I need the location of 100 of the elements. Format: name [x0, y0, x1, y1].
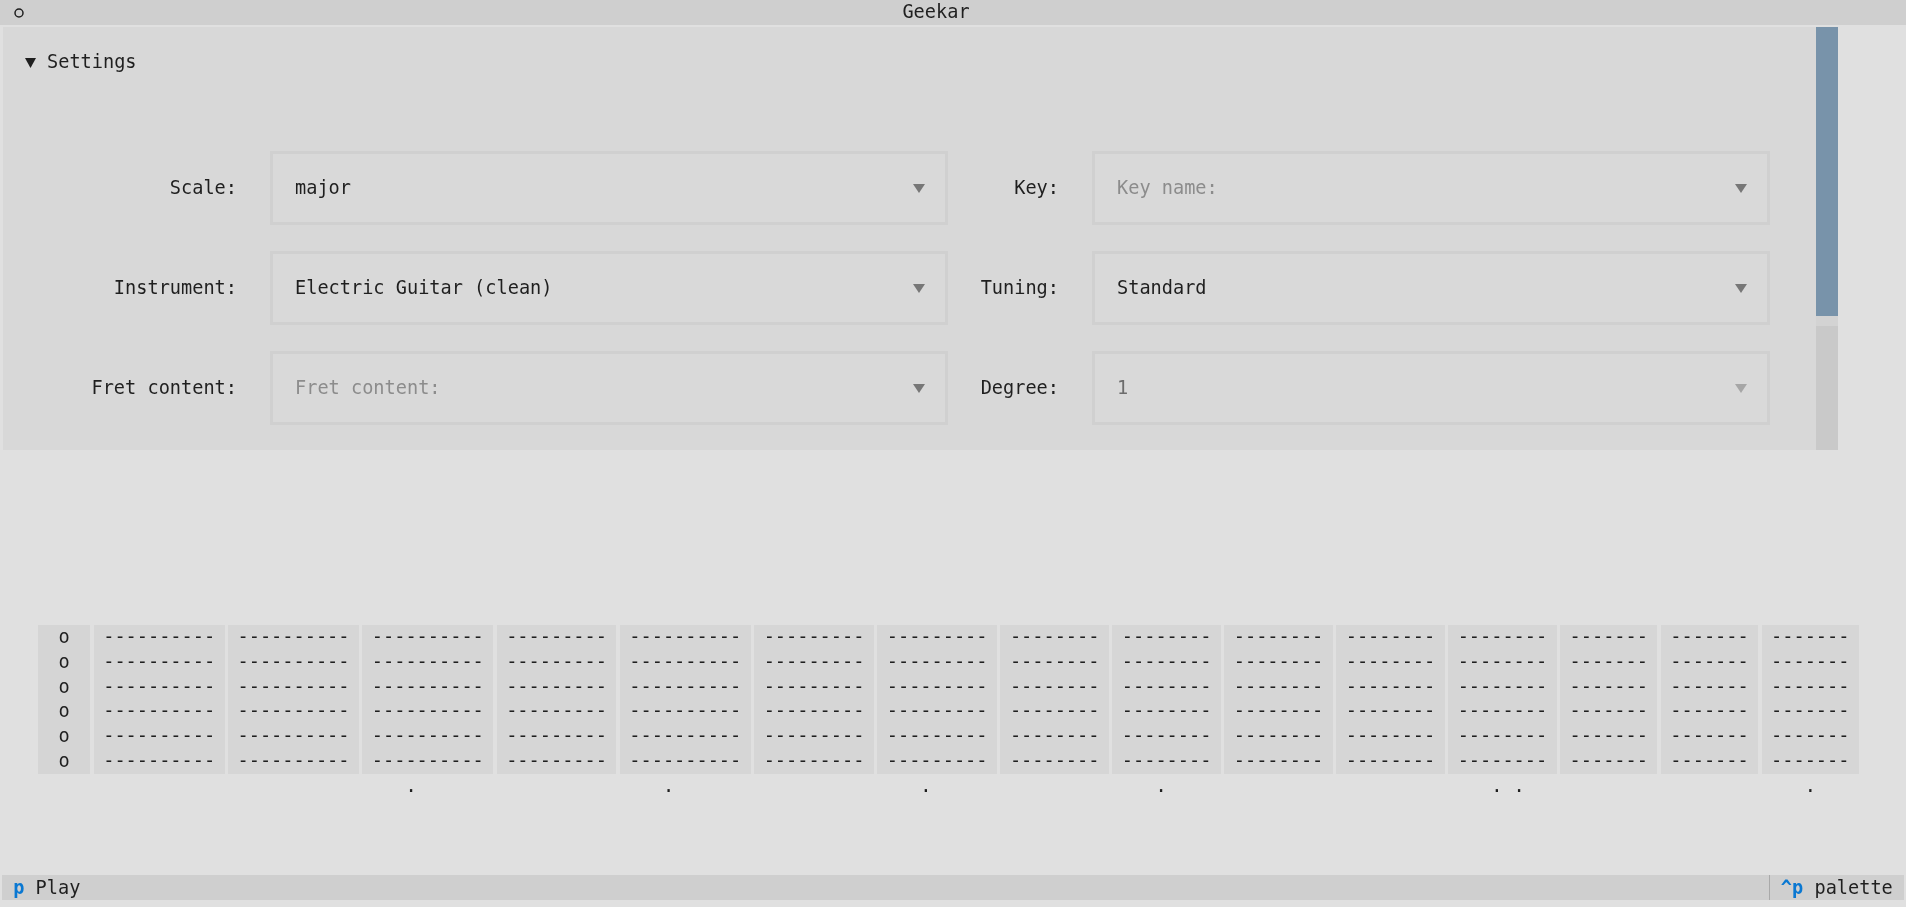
dropdown[interactable]: Electric Guitar (clean) [270, 251, 948, 325]
field-label: Instrument: [113, 275, 237, 300]
string-dashes: -------- [1233, 749, 1324, 773]
string-dashes: ------- [1771, 749, 1850, 773]
string-dashes: ---------- [371, 724, 484, 749]
caret-icon [913, 383, 925, 393]
string-dashes: ---------- [629, 749, 742, 773]
string-dashes: ---------- [237, 674, 350, 699]
string-dashes: ---------- [629, 699, 742, 724]
string-dashes: ---------- [371, 649, 484, 674]
string-dashes: ------- [1569, 649, 1648, 674]
field-label: Scale: [169, 175, 237, 200]
string-dashes: -------- [1233, 649, 1324, 674]
string-dashes: ------- [1670, 699, 1749, 724]
string-dashes: --------- [886, 649, 988, 674]
command-palette-button[interactable]: ^p palette [1768, 875, 1904, 900]
string-dashes: -------- [1345, 674, 1436, 699]
string-dashes: -------- [1233, 699, 1324, 724]
string-dashes: -------- [1345, 649, 1436, 674]
string-dashes: ------- [1569, 724, 1648, 749]
string-dashes: -------- [1009, 674, 1100, 699]
dropdown[interactable]: major [270, 151, 948, 225]
string-dashes: --------- [886, 699, 988, 724]
open-string-label: o [58, 625, 70, 649]
fret-marker: . [662, 773, 675, 798]
string-dashes: --------- [763, 749, 865, 773]
open-string-label: o [58, 749, 70, 773]
string-dashes: --------- [506, 649, 607, 674]
dropdown[interactable]: Standard [1092, 251, 1770, 325]
string-dashes: --------- [763, 674, 865, 699]
string-dashes: --------- [506, 749, 607, 773]
string-dashes: -------- [1009, 625, 1100, 649]
string-dashes: -------- [1009, 699, 1100, 724]
string-dashes: ------- [1771, 724, 1850, 749]
string-dashes: ------- [1771, 674, 1850, 699]
fret-marker: . . [1491, 773, 1525, 798]
string-dashes: --------- [506, 699, 607, 724]
string-dashes: ---------- [629, 649, 742, 674]
app-title: Geekar [902, 0, 970, 25]
caret-icon [913, 283, 925, 293]
string-dashes: -------- [1121, 674, 1212, 699]
string-dashes: ------- [1670, 674, 1749, 699]
string-dashes: ---------- [237, 699, 350, 724]
string-dashes: ---------- [103, 724, 216, 749]
string-dashes: -------- [1457, 724, 1548, 749]
scrollbar-thumb[interactable] [1816, 27, 1838, 326]
string-dashes: -------- [1009, 749, 1100, 773]
string-dashes: -------- [1457, 649, 1548, 674]
string-dashes: -------- [1457, 625, 1548, 649]
string-dashes: -------- [1345, 749, 1436, 773]
string-dashes: ------- [1771, 699, 1850, 724]
string-dashes: ---------- [371, 625, 484, 649]
string-dashes: ------- [1670, 625, 1749, 649]
string-dashes: --------- [886, 674, 988, 699]
string-dashes: ---------- [237, 625, 350, 649]
field-label: Degree: [980, 375, 1059, 400]
string-dashes: -------- [1233, 625, 1324, 649]
fret-marker: . [405, 773, 417, 798]
string-dashes: ------- [1670, 649, 1749, 674]
caret-icon [913, 183, 925, 193]
string-dashes: ---------- [103, 649, 216, 674]
string-dashes: ---------- [371, 749, 484, 773]
string-dashes: ---------- [237, 649, 350, 674]
string-dashes: -------- [1345, 699, 1436, 724]
string-dashes: --------- [763, 724, 865, 749]
string-dashes: -------- [1233, 724, 1324, 749]
footer-binding[interactable]: p Play [2, 875, 92, 900]
string-dashes: -------- [1121, 724, 1212, 749]
string-dashes: --------- [763, 625, 865, 649]
string-dashes: ---------- [103, 749, 216, 773]
string-dashes: --------- [506, 625, 607, 649]
string-dashes: --------- [763, 699, 865, 724]
collapsible-title[interactable]: Settings [25, 50, 137, 75]
string-dashes: -------- [1233, 674, 1324, 699]
field-label: Key: [1014, 175, 1059, 200]
string-dashes: --------- [886, 749, 988, 773]
string-dashes: -------- [1345, 625, 1436, 649]
string-dashes: -------- [1457, 674, 1548, 699]
string-dashes: ---------- [371, 699, 484, 724]
string-dashes: -------- [1345, 724, 1436, 749]
string-dashes: ---------- [629, 724, 742, 749]
string-dashes: ---------- [103, 625, 216, 649]
string-dashes: -------- [1457, 749, 1548, 773]
string-dashes: ---------- [103, 699, 216, 724]
string-dashes: --------- [886, 625, 988, 649]
string-dashes: --------- [506, 674, 607, 699]
field-label: Tuning: [980, 275, 1059, 300]
string-dashes: ---------- [371, 674, 484, 699]
string-dashes: ------- [1771, 625, 1850, 649]
fret-marker: . [1155, 773, 1167, 798]
string-dashes: ---------- [237, 724, 350, 749]
string-dashes: -------- [1121, 749, 1212, 773]
string-dashes: ---------- [237, 749, 350, 773]
open-string-label: o [58, 699, 70, 724]
circle-icon [14, 7, 24, 18]
string-dashes: --------- [763, 649, 865, 674]
caret-icon [1735, 283, 1747, 293]
string-dashes: ------- [1771, 649, 1850, 674]
string-dashes: -------- [1121, 649, 1212, 674]
string-dashes: ------- [1569, 699, 1648, 724]
